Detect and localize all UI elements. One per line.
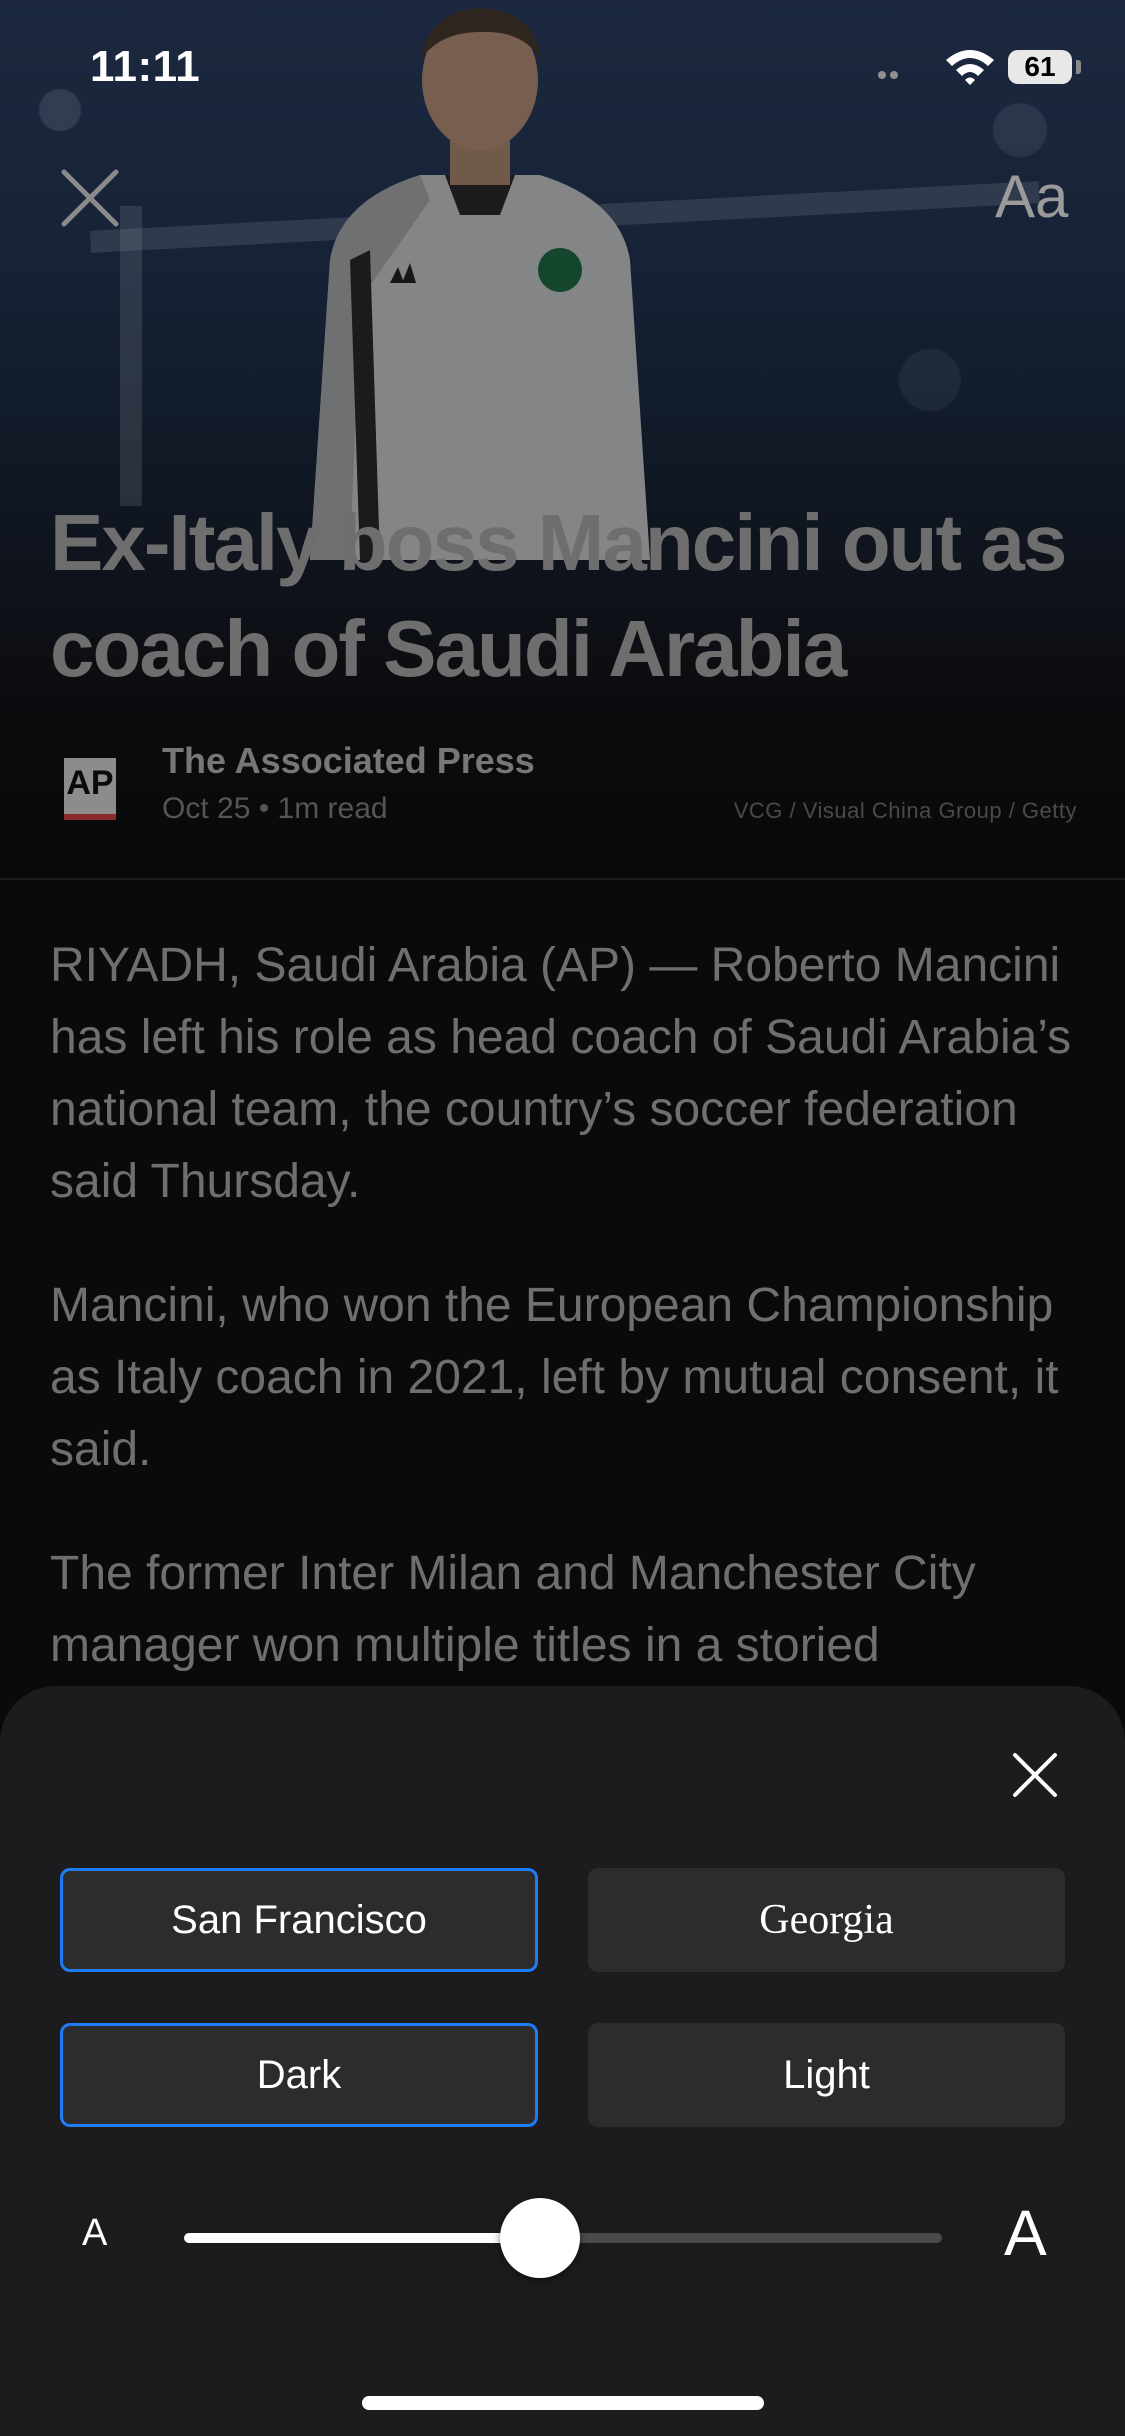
text-size-button[interactable]: Aa: [995, 162, 1068, 231]
status-time: 11:11: [90, 42, 201, 91]
theme-option-dark[interactable]: Dark: [60, 2023, 538, 2127]
article-headline: Ex-Italy boss Mancini out as coach of Sa…: [50, 498, 1067, 693]
theme-option-light[interactable]: Light: [588, 2023, 1065, 2127]
wifi-icon: [946, 50, 994, 85]
cellular-signal-icon: [878, 66, 910, 79]
home-indicator[interactable]: [362, 2396, 764, 2410]
battery-indicator: 61: [1008, 50, 1072, 84]
battery-cap: [1076, 60, 1081, 74]
article-paragraph: Mancini, who won the European Championsh…: [50, 1279, 1059, 1476]
text-size-slider-fill: [184, 2233, 540, 2243]
font-option-san-francisco[interactable]: San Francisco: [60, 1868, 538, 1972]
article-body: RIYADH, Saudi Arabia (AP) — Roberto Manc…: [50, 930, 1090, 1734]
text-size-large-label: A: [1004, 2197, 1047, 2269]
article-screen: 11:11 61 Aa Ex-Italy boss Mancini out as…: [0, 0, 1125, 2436]
divider: [0, 878, 1125, 880]
publisher-row: AP The Associated Press Oct 25 • 1m read…: [0, 740, 1125, 880]
article-meta: Oct 25 • 1m read: [162, 792, 388, 825]
text-size-slider[interactable]: [184, 2198, 942, 2278]
article-paragraph: The former Inter Milan and Manchester Ci…: [50, 1547, 976, 1672]
publisher-name[interactable]: The Associated Press: [162, 740, 535, 782]
close-icon[interactable]: [60, 168, 120, 228]
close-icon[interactable]: [1012, 1752, 1058, 1798]
text-size-small-label: A: [82, 2212, 108, 2254]
photo-credit: VCG / Visual China Group / Getty: [733, 798, 1077, 823]
text-size-slider-thumb[interactable]: [500, 2198, 580, 2278]
publisher-logo: AP: [64, 758, 116, 820]
font-option-georgia[interactable]: Georgia: [588, 1868, 1065, 1972]
article-paragraph: RIYADH, Saudi Arabia (AP) — Roberto Manc…: [50, 939, 1072, 1208]
